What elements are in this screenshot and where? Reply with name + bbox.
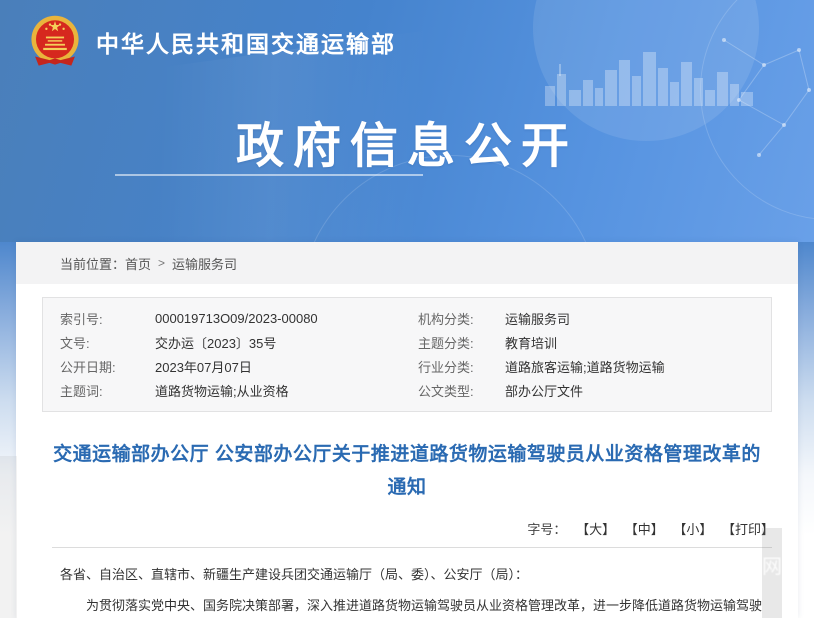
font-size-medium-button[interactable]: 【中】 (625, 522, 664, 537)
content-panel: 当前位置： 首页 > 运输服务司 索引号: 000019713O09/2023-… (16, 242, 798, 618)
meta-row: 主题词: 道路货物运输;从业资格 公文类型: 部办公厅文件 (43, 378, 771, 402)
meta-row: 索引号: 000019713O09/2023-00080 机构分类: 运输服务司 (43, 306, 771, 330)
meta-label-topic: 主题分类: (418, 335, 474, 351)
meta-value-org: 运输服务司 (505, 311, 571, 327)
watermark-fragment (0, 456, 17, 618)
breadcrumb-label: 当前位置： (60, 256, 126, 272)
page-banner-title: 政府信息公开 (235, 120, 578, 173)
meta-value-keywords: 道路货物运输;从业资格 (155, 383, 289, 399)
meta-label-date: 公开日期: (60, 359, 116, 375)
document-meta-table: 索引号: 000019713O09/2023-00080 机构分类: 运输服务司… (42, 297, 772, 412)
document-body: 各省、自治区、直辖市、新疆生产建设兵团交通运输厅（局、委）、公安厅（局）： 为贯… (60, 561, 764, 618)
meta-value-docno: 交办运〔2023〕35号 (155, 335, 277, 351)
site-title: 中华人民共和国交通运输部 (96, 31, 396, 57)
body-paragraph: 为贯彻落实党中央、国务院决策部署，深入推进道路货物运输驾驶员从业资格管理改革，进… (86, 598, 763, 613)
font-size-large-button[interactable]: 【大】 (576, 522, 615, 537)
meta-value-doctype: 部办公厅文件 (505, 383, 584, 399)
breadcrumb-home-link[interactable]: 首页 (125, 254, 151, 273)
national-emblem-icon (31, 15, 79, 66)
meta-label-org: 机构分类: (418, 311, 474, 327)
meta-row: 文号: 交办运〔2023〕35号 主题分类: 教育培训 (43, 330, 771, 354)
meta-label-docno: 文号: (60, 335, 90, 351)
site-header: 中华人民共和国交通运输部 政府信息公开 (0, 0, 814, 242)
breadcrumb-current-link[interactable]: 运输服务司 (172, 254, 237, 273)
banner-underline (115, 174, 423, 176)
font-size-label: 字号： (527, 522, 567, 537)
meta-value-topic: 教育培训 (505, 335, 558, 351)
meta-value-date: 2023年07月07日 (155, 359, 252, 375)
meta-value-industry: 道路旅客运输;道路货物运输 (505, 359, 665, 375)
document-title: 交通运输部办公厅 公安部办公厅关于推进道路货物运输驾驶员从业资格管理改革的通知 (53, 444, 761, 498)
top-bar: 中华人民共和国交通运输部 (0, 0, 814, 84)
meta-label-keywords: 主题词: (60, 383, 103, 399)
content-background: 当前位置： 首页 > 运输服务司 索引号: 000019713O09/2023-… (0, 242, 814, 618)
font-size-small-button[interactable]: 【小】 (673, 522, 712, 537)
meta-label-industry: 行业分类: (418, 359, 474, 375)
page: 中华人民共和国交通运输部 政府信息公开 当前位置： 首页 > 运输服务司 索引号… (0, 0, 814, 618)
meta-label-doctype: 公文类型: (418, 383, 474, 399)
title-divider (52, 547, 772, 548)
meta-value-index: 000019713O09/2023-00080 (155, 310, 318, 326)
meta-row: 公开日期: 2023年07月07日 行业分类: 道路旅客运输;道路货物运输 (43, 354, 771, 378)
meta-label-index: 索引号: (60, 311, 103, 327)
watermark-fragment: 网 (762, 528, 782, 618)
font-size-controls: 字号： 【大】 【中】 【小】 【打印】 (16, 519, 798, 538)
salutation-paragraph: 各省、自治区、直辖市、新疆生产建设兵团交通运输厅（局、委）、公安厅（局）： (60, 567, 529, 582)
breadcrumb: 当前位置： 首页 > 运输服务司 (16, 242, 798, 284)
breadcrumb-separator: > (158, 256, 166, 270)
